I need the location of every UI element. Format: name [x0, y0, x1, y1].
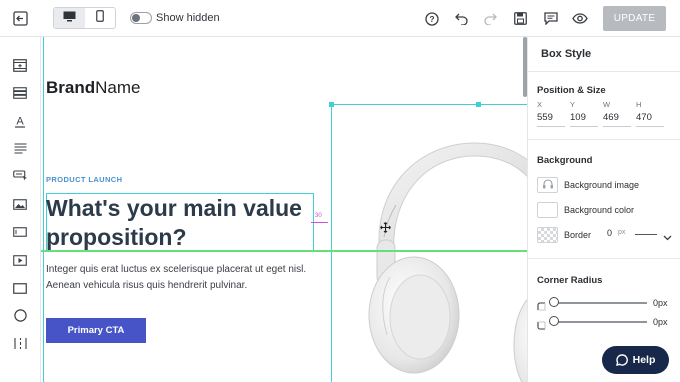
background-image-swatch[interactable] — [537, 177, 558, 193]
help-label: Help — [632, 354, 656, 366]
resize-handle-top-middle[interactable] — [476, 102, 481, 107]
device-switcher — [53, 7, 116, 29]
save-icon[interactable] — [513, 11, 528, 26]
section-tool-icon[interactable] — [10, 55, 30, 75]
border-row[interactable]: Border 0 px — [537, 226, 673, 244]
divider — [528, 139, 680, 140]
image-tool-icon[interactable] — [10, 194, 30, 214]
chat-bubble-icon — [615, 354, 628, 366]
y-field[interactable]: Y 109 — [570, 100, 600, 127]
x-input[interactable]: 559 — [537, 112, 565, 127]
box-style-panel: Box Style Position & Size X 559 Y 109 W … — [527, 37, 680, 382]
spacer-tool-icon[interactable] — [10, 333, 30, 353]
border-color-swatch[interactable] — [537, 227, 558, 243]
input-tool-icon[interactable] — [10, 222, 30, 242]
alignment-guide — [41, 250, 527, 252]
button-tool-icon[interactable] — [10, 166, 30, 186]
x-label: X — [537, 100, 543, 109]
paragraph-tool-icon[interactable] — [10, 138, 30, 158]
brand-logo[interactable]: BrandName — [46, 78, 140, 98]
undo-icon[interactable] — [454, 11, 469, 26]
exit-icon[interactable] — [12, 10, 28, 26]
corner-radius-row[interactable]: 0px — [537, 295, 673, 311]
corner-radius-slider-handle[interactable] — [549, 297, 559, 307]
corner-radius-slider-handle[interactable] — [549, 316, 559, 326]
eyebrow-text[interactable]: PRODUCT LAUNCH — [46, 175, 122, 184]
desktop-view-button[interactable] — [54, 8, 85, 28]
circle-tool-icon[interactable] — [10, 305, 30, 325]
background-color-swatch[interactable] — [537, 202, 558, 218]
toggle-knob — [132, 14, 140, 22]
background-color-label: Background color — [564, 205, 635, 215]
redo-icon[interactable] — [483, 11, 498, 26]
corner-radius-heading: Corner Radius — [537, 275, 603, 286]
background-color-row[interactable]: Background color — [537, 201, 634, 219]
border-style-preview[interactable] — [635, 234, 657, 235]
editor-canvas[interactable]: BrandName PRODUCT LAUNCH What's your mai… — [41, 37, 527, 382]
page-section[interactable]: BrandName PRODUCT LAUNCH What's your mai… — [43, 37, 527, 382]
help-button[interactable]: Help — [602, 346, 669, 374]
page-builder-app: Show hidden ? UPDATE A BrandName PRODUCT… — [0, 0, 680, 382]
border-unit: px — [618, 229, 626, 236]
primary-cta-button[interactable]: Primary CTA — [46, 318, 146, 343]
headline-text[interactable]: What's your main value proposition? — [46, 194, 314, 252]
element-toolbar: A — [0, 37, 41, 382]
divider — [528, 71, 680, 72]
position-size-heading: Position & Size — [537, 85, 606, 96]
resize-handle-top-left[interactable] — [329, 102, 334, 107]
headphones-image-box[interactable] — [331, 104, 527, 382]
divider — [528, 258, 680, 259]
desktop-icon — [63, 9, 76, 27]
w-input[interactable]: 469 — [603, 112, 631, 127]
spacing-indicator-value: 30 — [315, 213, 322, 219]
chevron-down-icon[interactable] — [663, 228, 672, 246]
move-cursor-icon — [380, 220, 391, 238]
corner-radius-row[interactable]: 0px — [537, 314, 673, 330]
background-heading: Background — [537, 155, 593, 166]
y-input[interactable]: 109 — [570, 112, 598, 127]
background-image-label: Background image — [564, 180, 640, 190]
rows-tool-icon[interactable] — [10, 83, 30, 103]
border-width-input[interactable]: 0 — [607, 228, 612, 238]
show-hidden-label: Show hidden — [156, 12, 220, 24]
w-label: W — [603, 100, 611, 109]
y-label: Y — [570, 100, 576, 109]
headphones-image — [368, 142, 527, 382]
video-tool-icon[interactable] — [10, 250, 30, 270]
corner-radius-value: 0px — [653, 317, 668, 327]
h-label: H — [636, 100, 642, 109]
h-input[interactable]: 470 — [636, 112, 664, 127]
w-field[interactable]: W 469 — [603, 100, 633, 127]
svg-text:?: ? — [429, 14, 434, 24]
spacing-indicator-line — [311, 222, 328, 223]
svg-text:A: A — [16, 115, 24, 127]
corner-bottom-left-icon — [537, 317, 546, 335]
update-button[interactable]: UPDATE — [603, 6, 666, 31]
corner-radius-value: 0px — [653, 298, 668, 308]
corner-radius-slider-track[interactable] — [551, 321, 647, 323]
preview-eye-icon[interactable] — [572, 11, 588, 26]
help-circle-icon[interactable]: ? — [424, 11, 439, 26]
border-label: Border — [564, 230, 592, 240]
mobile-view-button[interactable] — [85, 8, 116, 28]
h-field[interactable]: H 470 — [636, 100, 666, 127]
panel-title: Box Style — [541, 48, 592, 60]
headphones-thumbnail-icon — [542, 176, 554, 194]
text-tool-icon[interactable]: A — [10, 111, 30, 131]
x-field[interactable]: X 559 — [537, 100, 567, 127]
mobile-icon — [95, 9, 104, 27]
body-text[interactable]: Integer quis erat luctus ex scelerisque … — [46, 262, 326, 294]
comment-icon[interactable] — [543, 11, 558, 26]
box-tool-icon[interactable] — [10, 278, 30, 298]
show-hidden-toggle[interactable] — [130, 12, 152, 24]
background-image-row[interactable]: Background image — [537, 176, 639, 194]
top-toolbar: Show hidden ? UPDATE — [0, 0, 680, 37]
corner-radius-slider-track[interactable] — [551, 302, 647, 304]
